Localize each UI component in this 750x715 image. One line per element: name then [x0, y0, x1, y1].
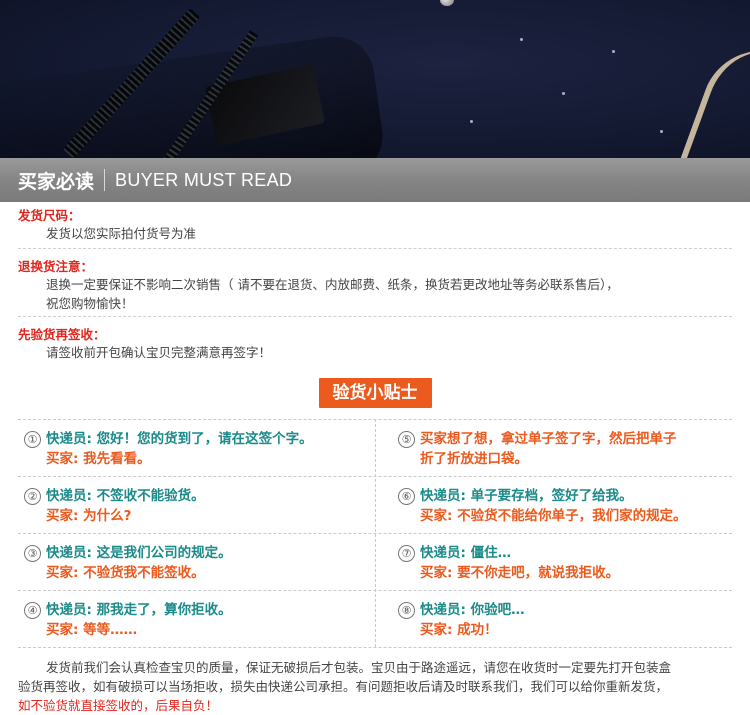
rivet [440, 0, 454, 6]
dialog-step-7: ⑦ 快递员: 僵住… 买家: 要不你走吧，就说我拒收。 [392, 533, 732, 590]
dialog-line-buyer: 买家: 成功！ [420, 622, 498, 638]
section-text: 发货以您实际拍付货号为准 [46, 226, 197, 241]
step-number: ② [24, 488, 41, 505]
strap-edge [677, 33, 750, 158]
grid-line [18, 647, 732, 648]
section-title: 发货尺码： [18, 208, 81, 223]
dialog-line-buyer: 买家: 我先看看。 [46, 451, 151, 467]
dialog-line-courier: 快递员: 单子要存档，签好了给我。 [420, 488, 633, 504]
step-number: ⑥ [398, 488, 415, 505]
section-title: 退换货注意： [18, 259, 94, 274]
fabric-fold [0, 31, 388, 158]
inspection-tips-badge: 验货小贴士 [318, 378, 432, 408]
footer-line: 发货前我们会认真检查宝贝的质量，保证无破损后才包装。宝贝由于路途遥远，请您在收货… [46, 660, 672, 675]
header-divider [104, 169, 106, 191]
dialog-step-2: ② 快递员: 不签收不能验货。 买家: 为什么? [18, 476, 375, 533]
tips-badge-wrap: 验货小贴士 [0, 378, 750, 408]
header-title-cn: 买家必读 [18, 170, 95, 193]
step-number: ① [24, 431, 41, 448]
dialog-line-courier: 快递员: 您好！您的货到了，请在这签个字。 [46, 431, 313, 447]
dialog-line-buyer: 买家: 不验货不能给你单子，我们家的规定。 [420, 508, 687, 524]
divider [18, 248, 732, 249]
buyer-must-read-header: 买家必读 BUYER MUST READ [0, 158, 750, 202]
dialog-line-buyer: 买家: 为什么? [46, 508, 132, 524]
section-inspect-before-sign: 先验货再签收： 请签收前开包确认宝贝完整满意再签字！ [18, 326, 732, 362]
dialog-line-courier: 快递员: 僵住… [420, 545, 512, 561]
fabric-speck [562, 92, 565, 95]
dialog-line-courier: 快递员: 那我走了，算你拒收。 [46, 602, 232, 618]
dialog-line-buyer: 买家想了想，拿过单子签了字，然后把单子 [420, 431, 677, 447]
dialog-step-8: ⑧ 快递员: 你验吧… 买家: 成功！ [392, 590, 732, 647]
dialog-line-buyer: 买家: 等等…… [46, 622, 138, 638]
step-number: ③ [24, 545, 41, 562]
dialog-grid: ① 快递员: 您好！您的货到了，请在这签个字。 买家: 我先看看。 ② 快递员:… [18, 419, 732, 648]
step-number: ⑧ [398, 602, 415, 619]
divider [18, 316, 732, 317]
step-number: ⑤ [398, 431, 415, 448]
section-text: 祝您购物愉快！ [46, 296, 134, 311]
fabric-speck [470, 120, 473, 123]
dialog-line-courier: 快递员: 这是我们公司的规定。 [46, 545, 232, 561]
section-text: 请签收前开包确认宝贝完整满意再签字！ [46, 345, 272, 360]
fabric-speck [660, 130, 663, 133]
dialog-line-buyer: 折了折放进口袋。 [420, 451, 528, 467]
fabric-speck [612, 50, 615, 53]
section-return-notice: 退换货注意： 退换一定要保证不影响二次销售（ 请不要在退货、内放邮费、纸条，换货… [18, 258, 732, 313]
footer-note: 发货前我们会认真检查宝贝的质量，保证无破损后才包装。宝贝由于路途遥远，请您在收货… [18, 658, 734, 715]
dialog-step-5: ⑤ 买家想了想，拿过单子签了字，然后把单子 折了折放进口袋。 [392, 419, 732, 476]
dialog-step-1: ① 快递员: 您好！您的货到了，请在这签个字。 买家: 我先看看。 [18, 419, 375, 476]
dialog-line-courier: 快递员: 不签收不能验货。 [46, 488, 205, 504]
dialog-step-4: ④ 快递员: 那我走了，算你拒收。 买家: 等等…… [18, 590, 375, 647]
step-number: ④ [24, 602, 41, 619]
section-shipping-size: 发货尺码： 发货以您实际拍付货号为准 [18, 207, 732, 243]
footer-line: 验货再签收，如有破损可以当场拒收，损失由快递公司承担。有问题拒收后请及时联系我们… [18, 679, 669, 694]
header-title-en: BUYER MUST READ [115, 169, 293, 190]
dialog-line-buyer: 买家: 不验货我不能签收。 [46, 565, 205, 581]
dialog-step-6: ⑥ 快递员: 单子要存档，签好了给我。 买家: 不验货不能给你单子，我们家的规定… [392, 476, 732, 533]
dialog-line-buyer: 买家: 要不你走吧，就说我拒收。 [420, 565, 620, 581]
grid-line-vertical [375, 419, 376, 647]
fabric-speck [520, 38, 523, 41]
dialog-line-courier: 快递员: 你验吧… [420, 602, 525, 618]
footer-warning: 如不验货就直接签收的，后果自负！ [18, 698, 219, 713]
step-number: ⑦ [398, 545, 415, 562]
section-title: 先验货再签收： [18, 327, 106, 342]
section-text: 退换一定要保证不影响二次销售（ 请不要在退货、内放邮费、纸条，换货若更改地址等务… [46, 277, 619, 292]
product-photo [0, 0, 750, 158]
dialog-step-3: ③ 快递员: 这是我们公司的规定。 买家: 不验货我不能签收。 [18, 533, 375, 590]
